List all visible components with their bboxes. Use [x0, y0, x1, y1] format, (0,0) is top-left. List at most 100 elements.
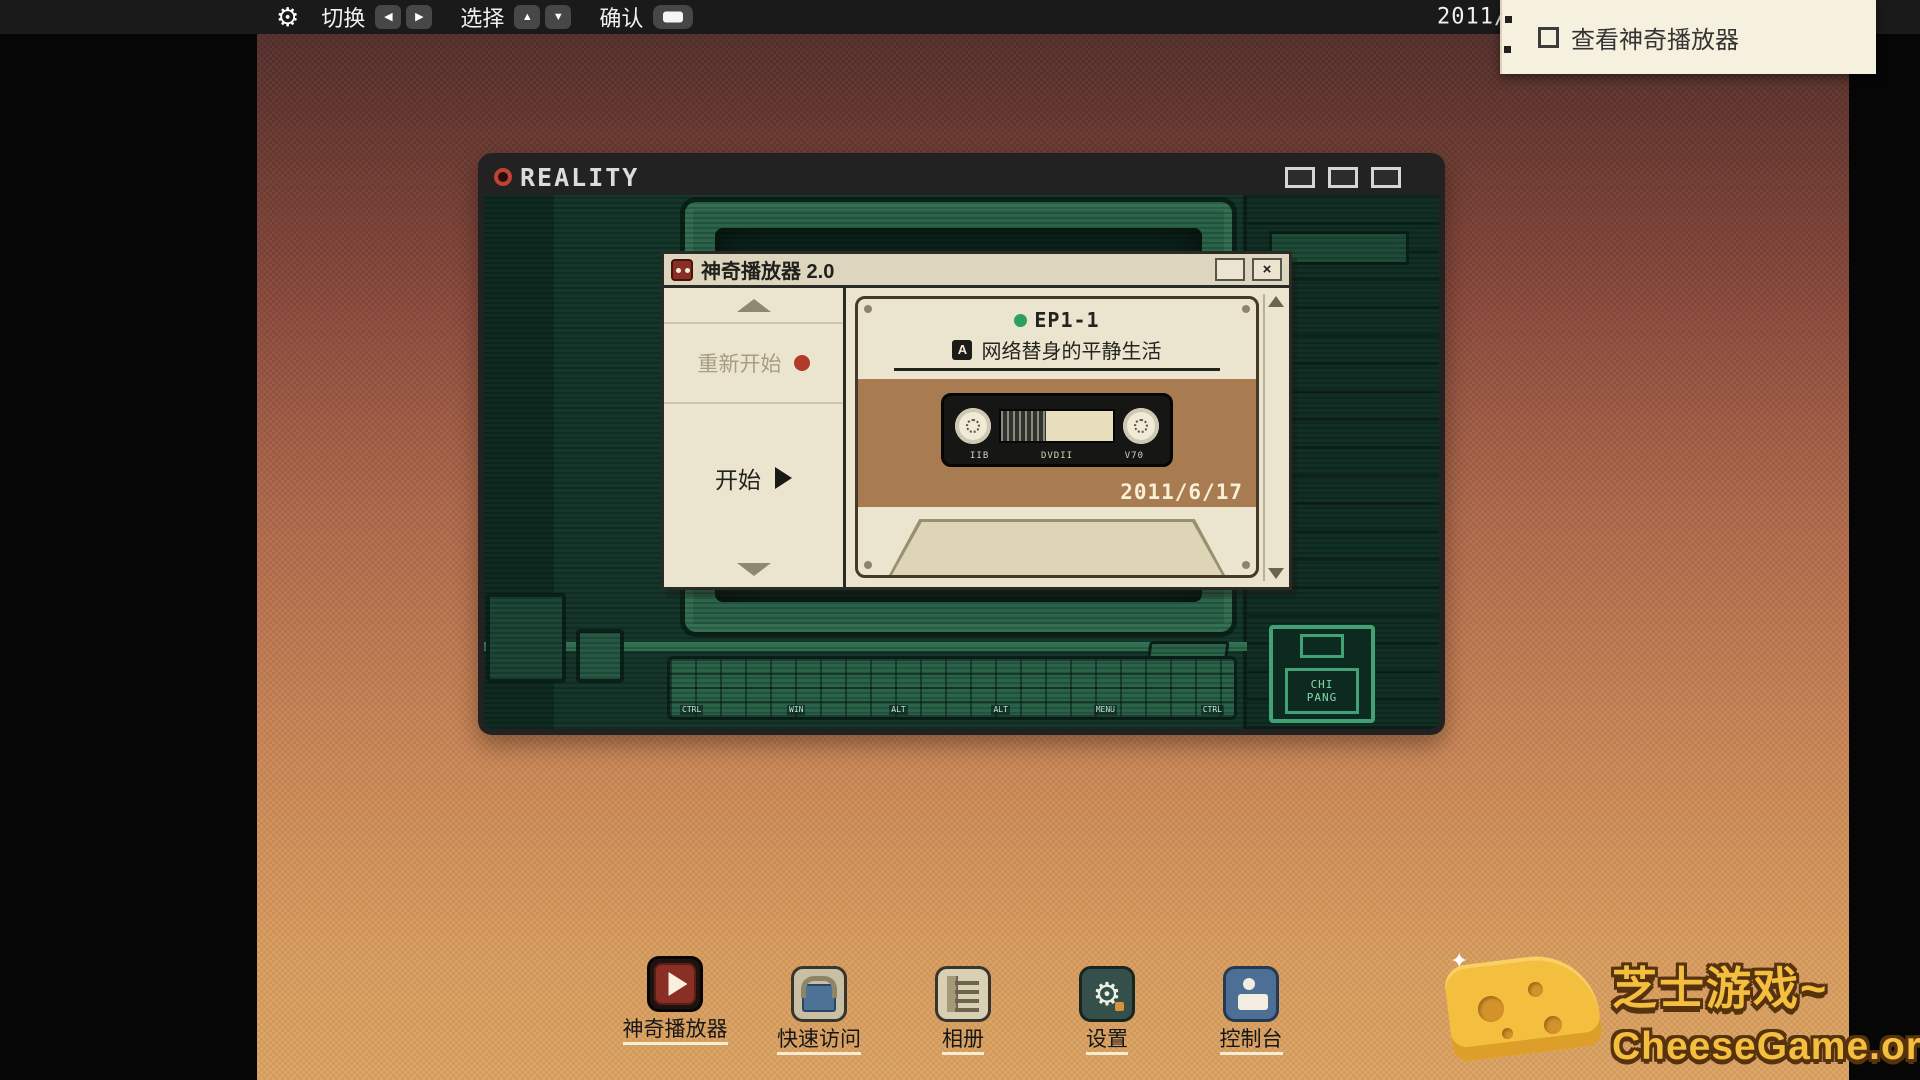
key-label: ALT: [991, 705, 1009, 715]
floppy-shutter: [1300, 634, 1344, 658]
select-label: 选择: [460, 1, 504, 33]
screw-icon: [1242, 305, 1250, 313]
desktop-icon-player[interactable]: 神奇播放器: [603, 956, 747, 1045]
reality-title: REALITY: [520, 163, 639, 192]
console-icon: [1223, 966, 1279, 1022]
watermark-text: 芝士游戏~ CheeseGame.org: [1612, 952, 1920, 1069]
tape-markings: IIB DVDII V70: [970, 451, 1144, 461]
player-menu: 重新开始 开始: [664, 288, 846, 587]
player-body: 重新开始 开始 EP1-1: [664, 288, 1289, 587]
screw-icon: [864, 305, 872, 313]
tape-reel-right: [1123, 408, 1159, 444]
tape-mark: DVDII: [1041, 451, 1073, 461]
record-icon: [794, 355, 810, 371]
start-button[interactable]: 开始: [664, 404, 843, 551]
photo-album-icon: [935, 966, 991, 1022]
restart-button[interactable]: 重新开始: [664, 322, 843, 404]
select-up-button[interactable]: ▲: [514, 5, 540, 29]
quest-note: 查看神奇播放器: [1500, 0, 1876, 74]
confirm-label: 确认: [599, 1, 643, 33]
watermark: ✦ 芝士游戏~ CheeseGame.org: [1444, 952, 1920, 1069]
desk-box: [576, 629, 624, 683]
window-button-1[interactable]: [1285, 167, 1315, 188]
down-triangle-icon: [737, 563, 771, 576]
up-arrow-icon: ▲: [522, 12, 533, 23]
episode-title: 网络替身的平静生活: [981, 335, 1161, 364]
episode-status-dot: [1014, 314, 1027, 327]
cheese-hole: [1544, 1016, 1562, 1034]
cheese-logo-icon: ✦: [1444, 952, 1602, 1064]
confirm-key-icon[interactable]: [653, 5, 693, 29]
episode-prev-button[interactable]: [664, 288, 843, 322]
window-buttons: [1285, 167, 1401, 188]
window-button-2[interactable]: [1328, 167, 1358, 188]
icon-label: 相册: [942, 1028, 984, 1055]
key-label: WIN: [787, 705, 805, 715]
desktop-icon-album[interactable]: 相册: [891, 966, 1035, 1055]
close-button[interactable]: ×: [1252, 258, 1282, 281]
scroll-down-button[interactable]: [1268, 568, 1284, 579]
episode-next-button[interactable]: [664, 551, 843, 587]
sparkle-icon: ✦: [1450, 948, 1468, 974]
start-label: 开始: [715, 461, 761, 495]
floppy-label: CHI PANG: [1285, 668, 1359, 714]
label-a-icon: A: [952, 340, 972, 360]
key-label: MENU: [1094, 705, 1117, 715]
tape-reel-left: [955, 408, 991, 444]
desktop-icon-settings[interactable]: ⚙ 设置: [1035, 966, 1179, 1055]
game-screen: ⚙ 切换 ◀ ▶ 选择 ▲ ▼ 确认 2011/ 查看神奇播放器 REALITY: [0, 0, 1920, 1080]
desktop-icon-quick-access[interactable]: 快速访问: [747, 966, 891, 1055]
deck-door-inner: [892, 522, 1222, 575]
key-label: CTRL: [680, 705, 703, 715]
gear-glyph: ⚙: [1093, 978, 1122, 1010]
episode-title-row: A 网络替身的平静生活: [894, 335, 1220, 371]
deck-zone: [858, 507, 1256, 575]
watermark-title: 芝士游戏~: [1612, 952, 1920, 1017]
player-window: 神奇播放器 2.0 × 重新开始 开始: [661, 251, 1292, 590]
cheese-hole: [1502, 1028, 1513, 1039]
floppy-label-bottom: PANG: [1307, 692, 1338, 703]
quest-text: 查看神奇播放器: [1571, 20, 1739, 55]
icon-label: 控制台: [1220, 1028, 1283, 1055]
switch-prev-button[interactable]: ◀: [375, 5, 401, 29]
left-arrow-icon: ◀: [384, 12, 392, 23]
select-down-button[interactable]: ▼: [545, 5, 571, 29]
scroll-up-button[interactable]: [1268, 296, 1284, 307]
desktop-icon-console[interactable]: 控制台: [1179, 966, 1323, 1055]
player-titlebar[interactable]: 神奇播放器 2.0 ×: [664, 254, 1289, 288]
deck-door: [889, 519, 1225, 575]
cassette-tape: IIB DVDII V70: [941, 393, 1173, 467]
episode-scrollbar: [1263, 294, 1287, 581]
reality-titlebar[interactable]: REALITY: [484, 159, 1439, 195]
cheese-hole: [1528, 982, 1543, 997]
key-label: ALT: [889, 705, 907, 715]
player-app-icon: [647, 956, 703, 1012]
episode-card[interactable]: EP1-1 A 网络替身的平静生活: [855, 296, 1259, 578]
player-main: EP1-1 A 网络替身的平静生活: [846, 288, 1289, 587]
quest-checkbox[interactable]: [1538, 27, 1559, 48]
tape-spooled: [1001, 411, 1046, 441]
tape-remaining: [1046, 411, 1113, 441]
desk-speaker: [486, 593, 566, 683]
cassette-zone: IIB DVDII V70 2011/6/17: [858, 379, 1256, 507]
player-title: 神奇播放器 2.0: [701, 255, 834, 284]
play-icon: [668, 972, 687, 996]
restart-label: 重新开始: [698, 348, 782, 378]
record-dot-icon: [494, 168, 512, 186]
minimize-button[interactable]: [1215, 258, 1245, 281]
tape-window: [999, 409, 1115, 443]
watermark-site: CheeseGame.org: [1612, 1025, 1920, 1069]
window-button-3[interactable]: [1371, 167, 1401, 188]
cassette-app-icon: [671, 259, 693, 281]
keyboard-row-labels: CTRL WIN ALT ALT MENU CTRL: [680, 705, 1224, 715]
keyboard: CTRL WIN ALT ALT MENU CTRL: [667, 656, 1237, 720]
date-display: 2011/: [1437, 5, 1508, 30]
switch-next-button[interactable]: ▶: [406, 5, 432, 29]
episode-id: EP1-1: [1034, 308, 1099, 332]
up-triangle-icon: [737, 299, 771, 312]
icon-label: 快速访问: [777, 1028, 861, 1055]
gear-icon[interactable]: ⚙: [276, 4, 299, 30]
down-arrow-icon: ▼: [553, 12, 564, 23]
switch-label: 切换: [321, 1, 365, 33]
episode-badge: EP1-1: [858, 308, 1256, 332]
